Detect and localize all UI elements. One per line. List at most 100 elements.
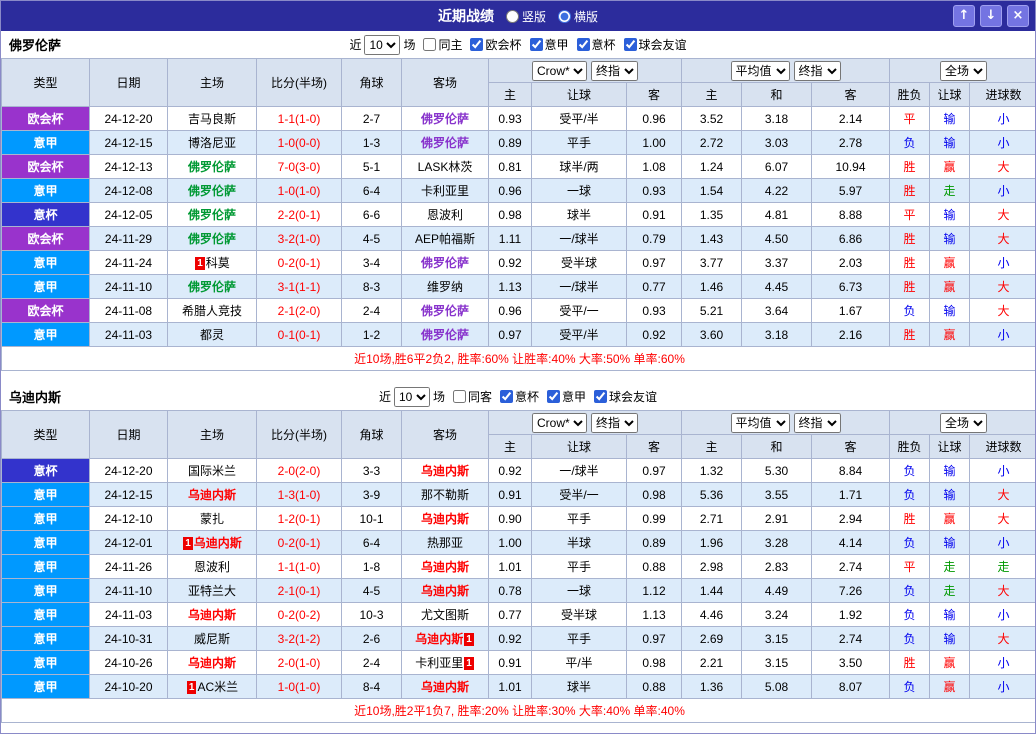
away-team-name[interactable]: LASK林茨 (418, 160, 473, 174)
home-team-name[interactable]: 吉马良斯 (188, 112, 236, 126)
close-button[interactable]: × (1007, 5, 1029, 27)
away-team-name[interactable]: 那不勒斯 (421, 488, 469, 502)
league-checkbox-2[interactable]: 意杯 (577, 36, 616, 53)
home-team-name[interactable]: 佛罗伦萨 (188, 184, 236, 198)
move-down-button[interactable]: ↓ (980, 5, 1002, 27)
filter-bar: 佛罗伦萨近10场同主欧会杯意甲意杯球会友谊 (1, 31, 1035, 58)
league-checkbox-3[interactable]: 球会友谊 (624, 36, 687, 53)
league-checkbox-input-1[interactable] (547, 390, 560, 403)
home-team-name[interactable]: 科莫 (206, 256, 230, 270)
home-team-name[interactable]: 蒙扎 (200, 512, 224, 526)
result-cell-0: 胜 (890, 651, 930, 675)
league-checkbox-input-3[interactable] (624, 38, 637, 51)
home-team-name[interactable]: 博洛尼亚 (188, 136, 236, 150)
layout-radio-input-0[interactable] (506, 10, 519, 23)
away-team-name[interactable]: 佛罗伦萨 (421, 136, 469, 150)
away-team-name[interactable]: AEP帕福斯 (415, 232, 475, 246)
away-team-name[interactable]: 尤文图斯 (421, 608, 469, 622)
league-checkbox-0[interactable]: 意杯 (500, 388, 539, 405)
away-team-name[interactable]: 佛罗伦萨 (421, 256, 469, 270)
home-team-name[interactable]: 佛罗伦萨 (188, 208, 236, 222)
match-count-select[interactable]: 10 (364, 35, 400, 55)
league-checkbox-input-1[interactable] (530, 38, 543, 51)
handicap-odds-cell-1: 平手 (532, 555, 627, 579)
move-up-button[interactable]: ↑ (953, 5, 975, 27)
score-cell: 0-2(0-2) (257, 603, 342, 627)
away-team-name[interactable]: 维罗纳 (427, 280, 463, 294)
competition-cell: 意甲 (2, 251, 90, 275)
home-team-cell: 乌迪内斯 (168, 603, 257, 627)
same-side-checkbox[interactable]: 同主 (423, 36, 462, 53)
away-team-name[interactable]: 卡利亚里 (421, 184, 469, 198)
league-checkbox-input-2[interactable] (577, 38, 590, 51)
home-team-name[interactable]: 亚特兰大 (188, 584, 236, 598)
final-odds-select[interactable]: 终指 (591, 413, 638, 433)
handicap-odds-cell-1: 半球 (532, 531, 627, 555)
league-checkbox-input-0[interactable] (470, 38, 483, 51)
average-odds-cell-2: 10.94 (812, 155, 890, 179)
league-checkbox-1[interactable]: 意甲 (547, 388, 586, 405)
league-checkbox-0[interactable]: 欧会杯 (470, 36, 521, 53)
result-cell-1: 输 (930, 203, 970, 227)
final-odds-select-2[interactable]: 终指 (794, 413, 841, 433)
match-row: 意甲24-11-10佛罗伦萨3-1(1-1)8-3维罗纳1.13一/球半0.77… (2, 275, 1036, 299)
away-team-name[interactable]: 卡利亚里 (415, 656, 463, 670)
away-team-name[interactable]: 乌迪内斯 (421, 560, 469, 574)
layout-radio-horizontal[interactable]: 横版 (558, 8, 598, 25)
average-odds-cell-1: 3.03 (742, 131, 812, 155)
score-cell: 3-2(1-0) (257, 227, 342, 251)
average-odds-select[interactable]: 平均值 (731, 61, 790, 81)
bookmaker-select[interactable]: Crow* (532, 61, 587, 81)
same-side-checkbox-input[interactable] (423, 38, 436, 51)
fulltime-select[interactable]: 全场 (940, 413, 987, 433)
home-team-name[interactable]: AC米兰 (197, 680, 238, 694)
home-team-name[interactable]: 都灵 (200, 328, 224, 342)
average-odds-cell-0: 1.54 (682, 179, 742, 203)
home-team-name[interactable]: 乌迪内斯 (188, 488, 236, 502)
result-cell-2: 大 (970, 299, 1035, 323)
away-team-name[interactable]: 佛罗伦萨 (421, 304, 469, 318)
bookmaker-select[interactable]: Crow* (532, 413, 587, 433)
away-team-name[interactable]: 佛罗伦萨 (421, 328, 469, 342)
home-team-cell: 博洛尼亚 (168, 131, 257, 155)
home-team-name[interactable]: 佛罗伦萨 (188, 160, 236, 174)
league-checkbox-input-0[interactable] (500, 390, 513, 403)
column-subheader: 胜负 (890, 435, 930, 459)
away-team-name[interactable]: 乌迪内斯 (421, 584, 469, 598)
home-team-name[interactable]: 佛罗伦萨 (188, 232, 236, 246)
away-team-name[interactable]: 恩波利 (427, 208, 463, 222)
home-team-name[interactable]: 威尼斯 (194, 632, 230, 646)
result-cell-2: 小 (970, 603, 1035, 627)
home-team-name[interactable]: 乌迪内斯 (188, 608, 236, 622)
away-team-name[interactable]: 乌迪内斯 (421, 680, 469, 694)
handicap-odds-cell-0: 0.92 (489, 251, 532, 275)
layout-radio-vertical[interactable]: 竖版 (506, 8, 546, 25)
away-team-name[interactable]: 热那亚 (427, 536, 463, 550)
away-team-name[interactable]: 乌迪内斯 (421, 512, 469, 526)
final-odds-select-2[interactable]: 终指 (794, 61, 841, 81)
column-subheader: 客 (812, 435, 890, 459)
layout-radio-input-1[interactable] (558, 10, 571, 23)
away-team-name[interactable]: 佛罗伦萨 (421, 112, 469, 126)
match-count-select[interactable]: 10 (394, 387, 430, 407)
same-side-checkbox[interactable]: 同客 (453, 388, 492, 405)
result-cell-1: 输 (930, 483, 970, 507)
home-team-name[interactable]: 佛罗伦萨 (188, 280, 236, 294)
home-team-name[interactable]: 恩波利 (194, 560, 230, 574)
average-odds-cell-0: 5.36 (682, 483, 742, 507)
handicap-odds-cell-2: 1.12 (627, 579, 682, 603)
league-checkbox-1[interactable]: 意甲 (530, 36, 569, 53)
home-team-name[interactable]: 乌迪内斯 (194, 536, 242, 550)
away-team-name[interactable]: 乌迪内斯 (421, 464, 469, 478)
average-odds-cell-1: 3.24 (742, 603, 812, 627)
same-side-checkbox-input[interactable] (453, 390, 466, 403)
average-odds-select[interactable]: 平均值 (731, 413, 790, 433)
home-team-name[interactable]: 希腊人竞技 (182, 304, 242, 318)
final-odds-select[interactable]: 终指 (591, 61, 638, 81)
away-team-name[interactable]: 乌迪内斯 (415, 632, 463, 646)
league-checkbox-input-2[interactable] (594, 390, 607, 403)
home-team-name[interactable]: 国际米兰 (188, 464, 236, 478)
league-checkbox-2[interactable]: 球会友谊 (594, 388, 657, 405)
home-team-name[interactable]: 乌迪内斯 (188, 656, 236, 670)
fulltime-select[interactable]: 全场 (940, 61, 987, 81)
